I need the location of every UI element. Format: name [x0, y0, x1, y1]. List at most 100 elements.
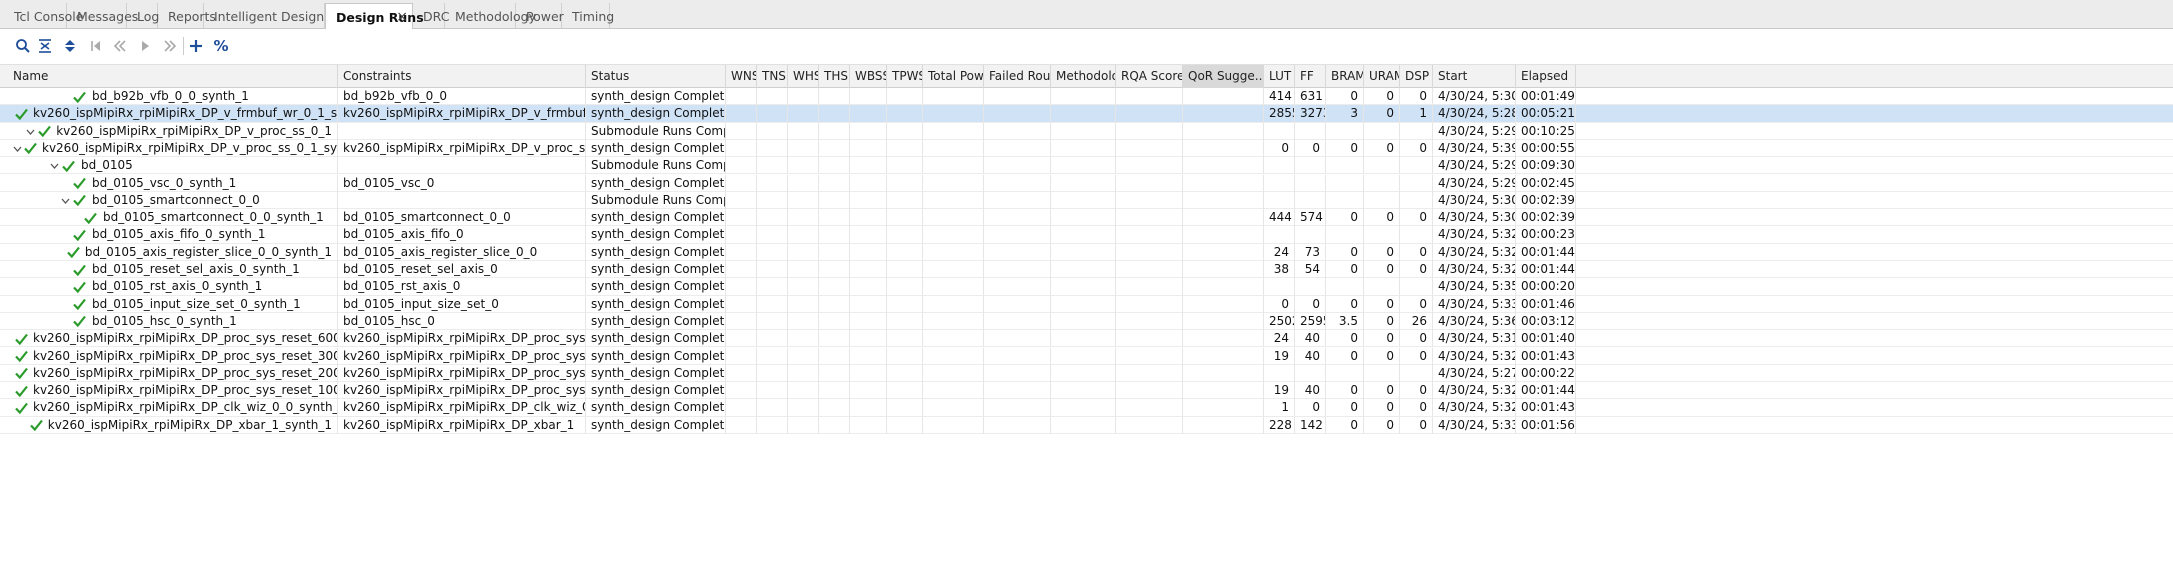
- cell-dsp: [1400, 174, 1433, 192]
- table-row[interactable]: bd_0105 Submodule Runs Complete 4/30/24, 5…: [0, 157, 2173, 175]
- tab-reports[interactable]: Reports: [158, 3, 216, 29]
- empty-cell: [757, 105, 788, 123]
- run-name: bd_0105_input_size_set_0_synth_1: [92, 296, 301, 311]
- cell-uram: [1364, 122, 1400, 140]
- column-header-wbss[interactable]: WBSS: [850, 65, 887, 88]
- column-header-constraints[interactable]: Constraints: [338, 65, 586, 88]
- column-header-start[interactable]: Start: [1433, 65, 1516, 88]
- cell-status: synth_design Complete!: [586, 295, 726, 313]
- table-row[interactable]: kv260_ispMipiRx_rpiMipiRx_DP_proc_sys_re…: [0, 347, 2173, 365]
- cell-start: 4/30/24, 5:30 PM: [1433, 191, 1516, 209]
- tab-power[interactable]: Power: [516, 3, 564, 29]
- cell-ff: 0: [1295, 139, 1326, 157]
- run-name: bd_0105_reset_sel_axis_0_synth_1: [92, 262, 300, 276]
- column-header-uram[interactable]: URAM: [1364, 65, 1400, 88]
- table-row[interactable]: bd_0105_hsc_0_synth_1 bd_0105_hsc_0 synth_…: [0, 312, 2173, 331]
- column-header-lut[interactable]: LUT: [1264, 65, 1295, 88]
- tab-tcl-console[interactable]: Tcl Console: [4, 3, 83, 29]
- column-header-label: Start: [1438, 69, 1468, 83]
- column-header-qor-sugge[interactable]: QoR Sugge...˅¹: [1183, 65, 1264, 88]
- tab-intelligent-design-runs[interactable]: Intelligent Design Runs: [204, 3, 359, 29]
- column-header-rqa-score[interactable]: RQA Score: [1116, 65, 1183, 88]
- run-icon[interactable]: [135, 36, 155, 56]
- check-icon: [73, 177, 87, 189]
- table-row[interactable]: kv260_ispMipiRx_rpiMipiRx_DP_proc_sys_re…: [0, 364, 2173, 383]
- chevron-down-icon[interactable]: [59, 192, 71, 209]
- close-icon[interactable]: ×: [396, 9, 408, 25]
- tab-timing[interactable]: Timing: [562, 3, 614, 29]
- column-header-tns[interactable]: TNS: [757, 65, 788, 88]
- empty-cell: [1051, 312, 1116, 330]
- column-header-wns[interactable]: WNS: [726, 65, 757, 88]
- empty-cell: [788, 364, 819, 382]
- cell-status: synth_design Complete!: [586, 139, 726, 157]
- tab-methodology[interactable]: Methodology: [445, 3, 536, 29]
- empty-cell: [923, 312, 984, 330]
- table-row[interactable]: bd_0105_rst_axis_0_synth_1 bd_0105_rst_ax…: [0, 278, 2173, 296]
- empty-cell: [757, 295, 788, 313]
- empty-cell: [850, 347, 887, 365]
- empty-cell: [1183, 209, 1264, 227]
- empty-cell: [923, 139, 984, 157]
- table-row[interactable]: bd_0105_reset_sel_axis_0_synth_1 bd_0105_…: [0, 261, 2173, 279]
- table-row[interactable]: kv260_ispMipiRx_rpiMipiRx_DP_clk_wiz_0_0…: [0, 399, 2173, 417]
- column-header-ff[interactable]: FF: [1295, 65, 1326, 88]
- check-icon: [73, 264, 87, 276]
- column-header-name[interactable]: Name: [8, 65, 338, 88]
- expand-all-icon[interactable]: [60, 36, 80, 56]
- cell-lut: [1264, 157, 1295, 175]
- table-row[interactable]: bd_0105_axis_register_slice_0_0_synth_1 b…: [0, 243, 2173, 261]
- first-icon[interactable]: [86, 36, 106, 56]
- column-header-elapsed[interactable]: Elapsed: [1516, 65, 1576, 88]
- table-row[interactable]: bd_0105_smartconnect_0_0 Submodule Runs C…: [0, 191, 2173, 210]
- table-row[interactable]: bd_b92b_vfb_0_0_synth_1 bd_b92b_vfb_0_0 sy…: [0, 88, 2173, 106]
- column-header-whs[interactable]: WHS: [788, 65, 819, 88]
- cell-constraints: bd_0105_rst_axis_0: [338, 278, 586, 296]
- column-header-bram[interactable]: BRAM: [1326, 65, 1364, 88]
- run-name-cell: bd_0105_hsc_0_synth_1: [8, 312, 338, 330]
- table-row[interactable]: kv260_ispMipiRx_rpiMipiRx_DP_v_frmbuf_wr…: [0, 105, 2173, 123]
- tab-design-runs[interactable]: Design Runs ×: [325, 3, 424, 30]
- check-icon: [38, 125, 52, 138]
- tab-messages[interactable]: Messages: [67, 3, 138, 29]
- empty-cell: [1183, 122, 1264, 140]
- next-icon[interactable]: [160, 36, 180, 56]
- percent-icon[interactable]: %: [211, 36, 231, 56]
- search-icon[interactable]: [13, 36, 33, 56]
- add-icon[interactable]: [186, 36, 206, 56]
- column-header-status[interactable]: Status: [586, 65, 726, 88]
- table-row[interactable]: kv260_ispMipiRx_rpiMipiRx_DP_proc_sys_re…: [0, 330, 2173, 348]
- cell-elapsed: 00:01:56: [1516, 416, 1576, 434]
- chevron-down-icon[interactable]: [48, 157, 60, 174]
- tab-drc[interactable]: DRC: [413, 3, 449, 29]
- cell-constraints: bd_0105_input_size_set_0: [338, 295, 586, 313]
- column-header-total-power[interactable]: Total Power: [923, 65, 984, 88]
- table-row[interactable]: kv260_ispMipiRx_rpiMipiRx_DP_xbar_1_synt…: [0, 416, 2173, 434]
- table-row[interactable]: bd_0105_vsc_0_synth_1 bd_0105_vsc_0 synth_…: [0, 174, 2173, 192]
- previous-icon[interactable]: [110, 36, 130, 56]
- table-row[interactable]: kv260_ispMipiRx_rpiMipiRx_DP_v_proc_ss_0…: [0, 139, 2173, 158]
- cell-lut: [1264, 226, 1295, 244]
- tab-log[interactable]: Log: [127, 3, 159, 29]
- chevron-down-icon[interactable]: [25, 123, 36, 140]
- column-header-tpws[interactable]: TPWS: [887, 65, 923, 88]
- collapse-all-icon[interactable]: [35, 36, 55, 56]
- table-row[interactable]: bd_0105_smartconnect_0_0_synth_1 bd_0105_…: [0, 209, 2173, 227]
- column-header-dsp[interactable]: DSP: [1400, 65, 1433, 88]
- column-header-ths[interactable]: THS: [819, 65, 850, 88]
- chevron-down-icon[interactable]: [13, 140, 22, 157]
- table-row[interactable]: kv260_ispMipiRx_rpiMipiRx_DP_v_proc_ss_0…: [0, 122, 2173, 140]
- empty-cell: [788, 157, 819, 175]
- column-header-methodology[interactable]: Methodology: [1051, 65, 1116, 88]
- run-name-cell: kv260_ispMipiRx_rpiMipiRx_DP_clk_wiz_0_0…: [8, 399, 338, 417]
- cell-start: 4/30/24, 5:32 PM: [1433, 382, 1516, 400]
- cell-constraints: bd_0105_hsc_0: [338, 312, 586, 330]
- run-name: kv260_ispMipiRx_rpiMipiRx_DP_clk_wiz_0_0…: [33, 400, 338, 415]
- table-row[interactable]: kv260_ispMipiRx_rpiMipiRx_DP_proc_sys_re…: [0, 382, 2173, 400]
- empty-cell: [757, 399, 788, 417]
- column-header-failed-routes[interactable]: Failed Routes: [984, 65, 1051, 88]
- cell-ff: [1295, 278, 1326, 296]
- cell-constraints: kv260_ispMipiRx_rpiMipiRx_DP_proc_sys_re…: [338, 382, 586, 400]
- table-row[interactable]: bd_0105_input_size_set_0_synth_1 bd_0105_…: [0, 295, 2173, 313]
- table-row[interactable]: bd_0105_axis_fifo_0_synth_1 bd_0105_axis_…: [0, 226, 2173, 244]
